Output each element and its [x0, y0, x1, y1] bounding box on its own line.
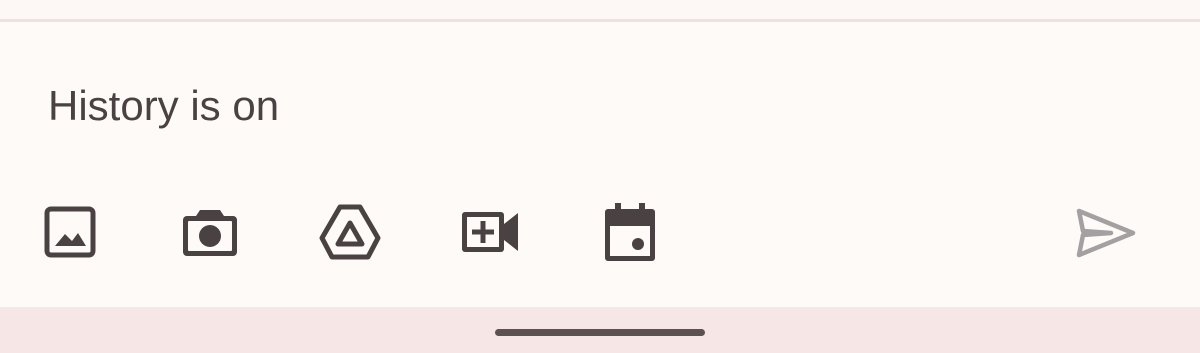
camera-button[interactable] [178, 202, 242, 262]
send-button[interactable] [1072, 202, 1138, 262]
home-gesture-handle[interactable] [495, 329, 705, 336]
system-navigation-bar [0, 307, 1200, 353]
camera-icon [183, 210, 237, 256]
send-icon [1076, 208, 1136, 258]
drive-icon [319, 204, 381, 260]
image-icon [44, 206, 96, 258]
message-composer [0, 22, 1200, 307]
calendar-event-button[interactable] [600, 200, 660, 264]
insert-drive-file-button[interactable] [316, 200, 384, 264]
message-input[interactable] [48, 78, 1048, 134]
video-call-icon [462, 212, 518, 252]
top-strip [0, 0, 1200, 20]
video-call-button[interactable] [458, 202, 522, 262]
calendar-event-icon [605, 203, 655, 261]
insert-image-button[interactable] [40, 202, 100, 262]
